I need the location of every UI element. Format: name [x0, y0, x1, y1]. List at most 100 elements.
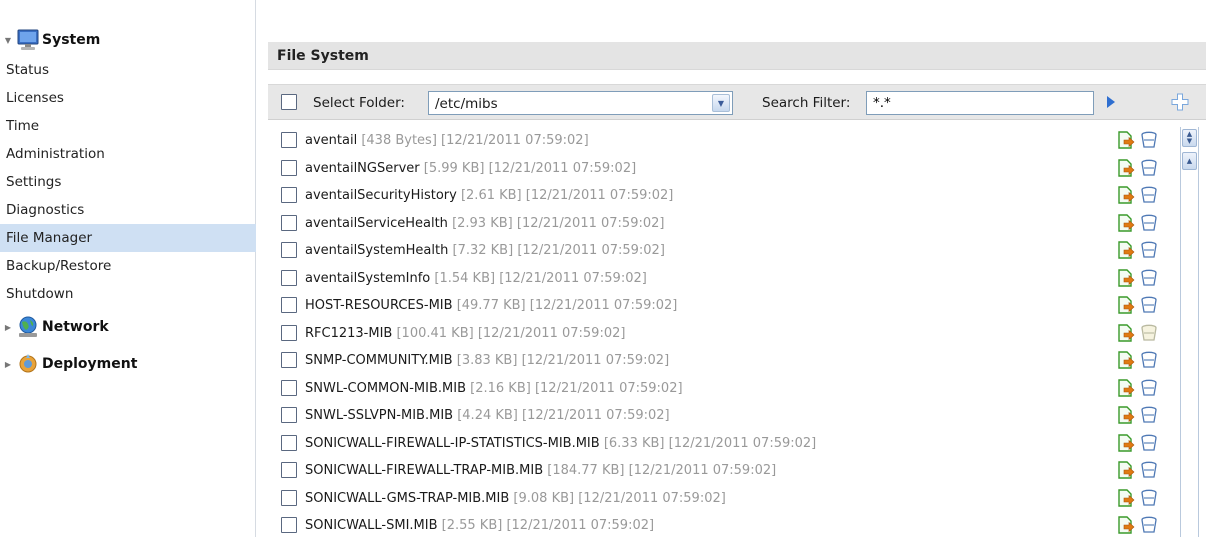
file-row[interactable]: SNWL-COMMON-MIB.MIB [2.16 KB] [12/21/201…: [268, 375, 1206, 402]
download-icon[interactable]: [1117, 268, 1135, 287]
search-filter-input[interactable]: [866, 91, 1094, 115]
file-row[interactable]: SNWL-SSLVPN-MIB.MIB [4.24 KB] [12/21/201…: [268, 402, 1206, 429]
download-icon[interactable]: [1117, 131, 1135, 149]
download-icon[interactable]: [1117, 213, 1135, 232]
file-checkbox[interactable]: [281, 379, 297, 396]
download-icon[interactable]: [1117, 296, 1135, 314]
download-icon[interactable]: [1117, 433, 1135, 452]
delete-trash-icon[interactable]: [1140, 461, 1158, 479]
delete-trash-icon[interactable]: [1140, 434, 1158, 452]
file-checkbox[interactable]: [281, 297, 297, 313]
select-all-checkbox[interactable]: [281, 94, 297, 110]
delete-trash-icon[interactable]: [1140, 351, 1158, 369]
delete-trash-icon[interactable]: [1140, 516, 1158, 534]
file-row[interactable]: SONICWALL-GMS-TRAP-MIB.MIB [9.08 KB] [12…: [268, 485, 1206, 512]
file-row[interactable]: aventailSystemInfo [1.54 KB] [12/21/2011…: [268, 265, 1206, 292]
sidebar-tree: ▼ System Status Licenses Time Administra…: [0, 0, 256, 537]
page-title: File System: [277, 48, 369, 64]
file-entry: SONICWALL-FIREWALL-TRAP-MIB.MIB [184.77 …: [305, 463, 776, 478]
delete-trash-icon[interactable]: [1140, 489, 1158, 507]
file-size: [2.93 KB]: [452, 215, 513, 231]
file-checkbox[interactable]: [281, 407, 297, 423]
download-icon[interactable]: [1117, 241, 1135, 259]
file-checkbox[interactable]: [281, 462, 297, 478]
chevron-down-icon[interactable]: ▼: [712, 94, 730, 112]
delete-trash-icon[interactable]: [1140, 214, 1158, 232]
file-checkbox[interactable]: [281, 187, 297, 203]
file-checkbox[interactable]: [281, 434, 297, 451]
tree-group-deployment[interactable]: ▶ Deployment: [0, 350, 256, 378]
file-row[interactable]: SONICWALL-FIREWALL-TRAP-MIB.MIB [184.77 …: [268, 457, 1206, 484]
file-row[interactable]: aventailNGServer [5.99 KB] [12/21/2011 0…: [268, 155, 1206, 182]
expand-arrow-icon[interactable]: ▶: [3, 350, 13, 378]
scroll-up-icon[interactable]: ▲: [1182, 152, 1197, 170]
delete-trash-icon[interactable]: [1140, 159, 1158, 177]
sidebar-item-backup-restore[interactable]: Backup/Restore: [0, 252, 256, 280]
file-name: SNWL-SSLVPN-MIB.MIB: [305, 408, 454, 423]
folder-select[interactable]: /etc/mibs ▼: [428, 91, 733, 115]
download-icon[interactable]: [1117, 378, 1135, 397]
file-name: RFC1213-MIB: [305, 325, 393, 341]
file-checkbox[interactable]: [281, 269, 297, 286]
download-icon[interactable]: [1117, 461, 1135, 479]
sidebar-item-status[interactable]: Status: [0, 56, 256, 84]
file-checkbox[interactable]: [281, 159, 297, 176]
play-arrow-icon[interactable]: [1106, 95, 1116, 109]
download-icon[interactable]: [1117, 186, 1135, 204]
file-checkbox[interactable]: [281, 352, 297, 368]
sidebar-item-time[interactable]: Time: [0, 112, 256, 140]
delete-trash-icon[interactable]: [1140, 296, 1158, 314]
vertical-scrollbar[interactable]: ▲ ▼ ▲: [1180, 127, 1199, 537]
file-date: [12/21/2011 07:59:02]: [477, 325, 626, 341]
download-icon[interactable]: [1117, 516, 1135, 534]
expand-arrow-icon[interactable]: ▼: [3, 26, 13, 54]
file-row[interactable]: SNMP-COMMUNITY.MIB [3.83 KB] [12/21/2011…: [268, 347, 1206, 374]
scroll-top-icon[interactable]: ▲ ▼: [1182, 129, 1197, 147]
sidebar-item-licenses[interactable]: Licenses: [0, 84, 256, 112]
file-row[interactable]: aventailSecurityHistory [2.61 KB] [12/21…: [268, 182, 1206, 209]
delete-trash-icon[interactable]: [1140, 186, 1158, 204]
add-plus-icon[interactable]: [1171, 93, 1189, 111]
file-row[interactable]: aventail [438 Bytes] [12/21/2011 07:59:0…: [268, 127, 1206, 154]
file-checkbox[interactable]: [281, 242, 297, 258]
download-icon[interactable]: [1117, 488, 1135, 507]
file-checkbox[interactable]: [281, 517, 297, 533]
download-icon[interactable]: [1117, 158, 1135, 177]
delete-trash-icon[interactable]: [1140, 269, 1158, 287]
file-row[interactable]: aventailSystemHealth [7.32 KB] [12/21/20…: [268, 237, 1206, 264]
panel-header: File System: [268, 42, 1206, 70]
file-row[interactable]: aventailServiceHealth [2.93 KB] [12/21/2…: [268, 210, 1206, 237]
delete-trash-icon[interactable]: [1140, 131, 1158, 149]
file-size: [3.83 KB]: [456, 353, 518, 368]
file-checkbox[interactable]: [281, 214, 297, 231]
file-row[interactable]: HOST-RESOURCES-MIB [49.77 KB] [12/21/201…: [268, 292, 1206, 319]
file-size: [2.55 KB]: [441, 518, 503, 533]
file-row[interactable]: SONICWALL-SMI.MIB [2.55 KB] [12/21/2011 …: [268, 512, 1206, 537]
download-icon[interactable]: [1117, 351, 1135, 369]
download-icon[interactable]: [1117, 323, 1135, 342]
sidebar-item-file-manager[interactable]: File Manager: [0, 224, 256, 252]
tree-group-network[interactable]: ▶ Network: [0, 313, 256, 341]
file-checkbox[interactable]: [281, 324, 297, 341]
delete-trash-icon[interactable]: [1140, 379, 1158, 397]
sidebar-item-administration[interactable]: Administration: [0, 140, 256, 168]
file-checkbox[interactable]: [281, 489, 297, 506]
expand-arrow-icon[interactable]: ▶: [3, 313, 13, 341]
sidebar-item-settings[interactable]: Settings: [0, 168, 256, 196]
delete-trash-icon[interactable]: [1140, 241, 1158, 259]
file-entry: SNWL-COMMON-MIB.MIB [2.16 KB] [12/21/201…: [305, 381, 683, 396]
tree-group-label: Network: [42, 319, 109, 335]
file-date: [12/21/2011 07:59:02]: [499, 270, 647, 286]
download-icon[interactable]: [1117, 406, 1135, 424]
file-row[interactable]: RFC1213-MIB [100.41 KB] [12/21/2011 07:5…: [268, 320, 1206, 347]
file-entry: SNWL-SSLVPN-MIB.MIB [4.24 KB] [12/21/201…: [305, 408, 670, 423]
tree-group-system[interactable]: ▼ System: [0, 26, 256, 54]
delete-trash-icon[interactable]: [1140, 406, 1158, 424]
sidebar-item-shutdown[interactable]: Shutdown: [0, 280, 256, 308]
file-entry: aventailSystemHealth [7.32 KB] [12/21/20…: [305, 243, 665, 258]
file-size: [5.99 KB]: [423, 160, 485, 176]
file-row[interactable]: SONICWALL-FIREWALL-IP-STATISTICS-MIB.MIB…: [268, 430, 1206, 457]
file-checkbox[interactable]: [281, 132, 297, 148]
file-name: aventailNGServer: [305, 160, 420, 176]
sidebar-item-diagnostics[interactable]: Diagnostics: [0, 196, 256, 224]
